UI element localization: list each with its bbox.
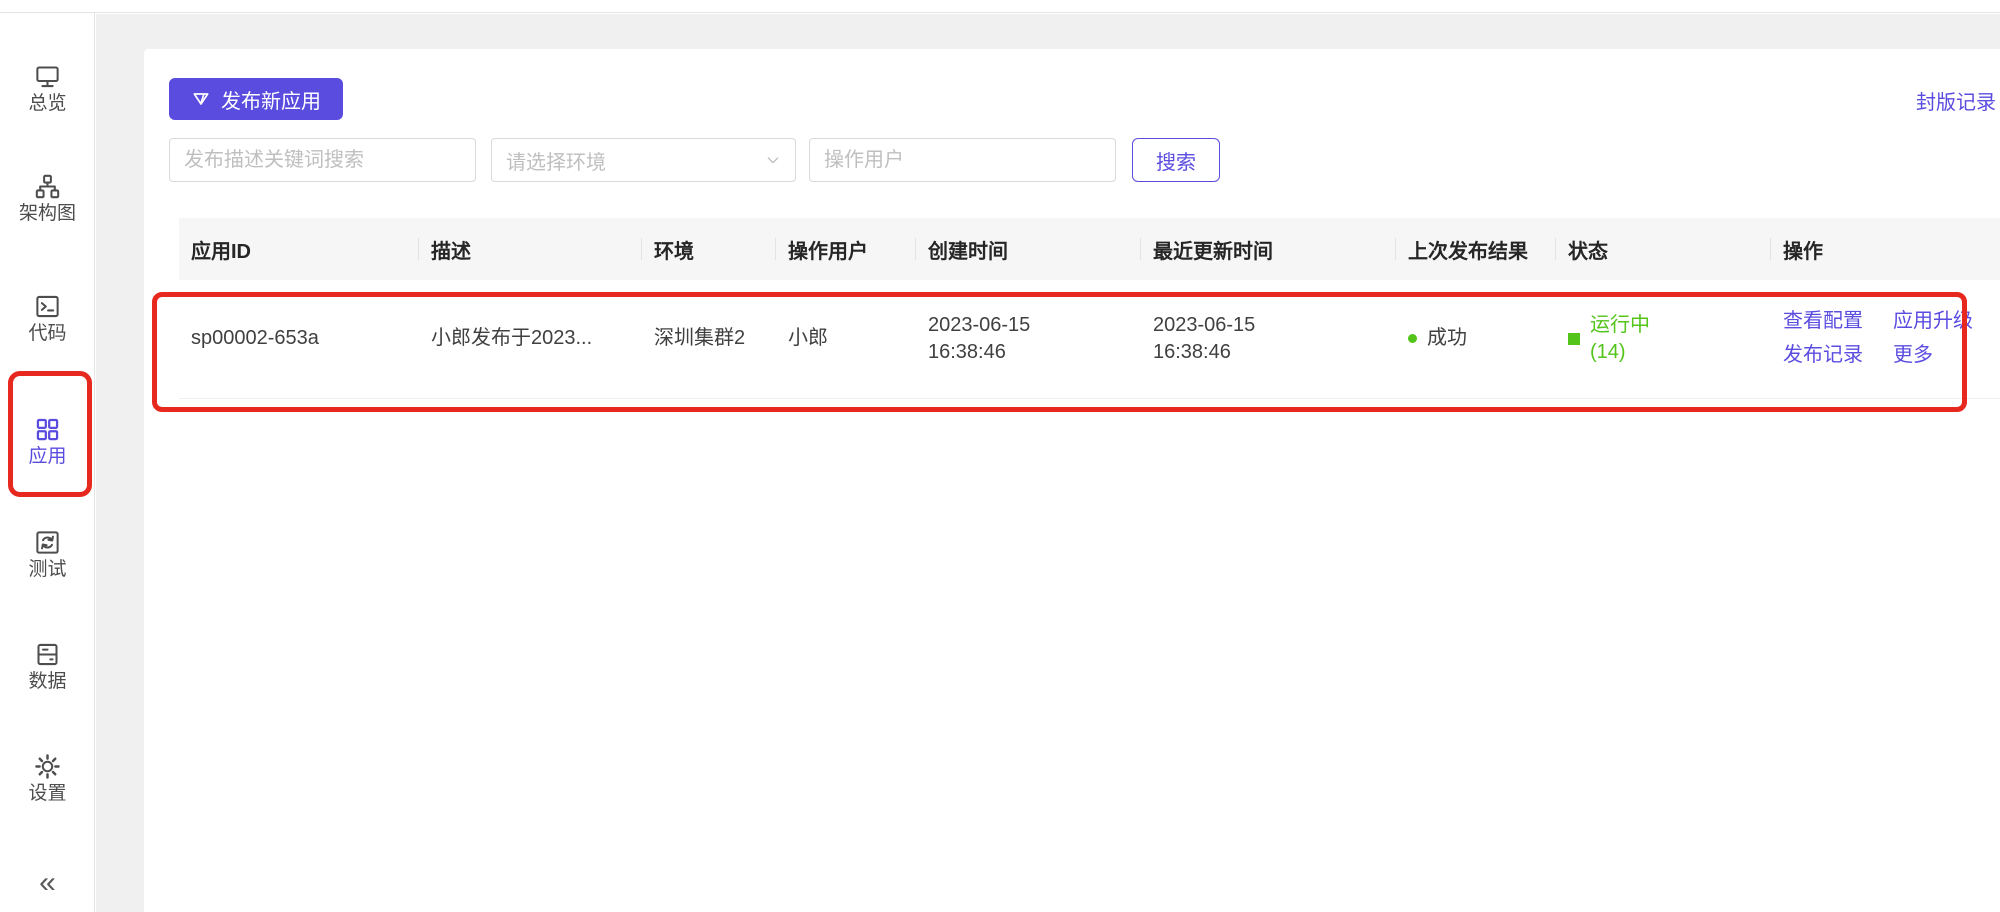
publish-new-app-button[interactable]: 发布新应用 (169, 78, 343, 120)
success-dot-icon (1408, 334, 1417, 343)
sidebar-item-code[interactable]: 代码 (0, 293, 95, 346)
col-header-status: 状态 (1556, 218, 1771, 280)
cell-created-at: 2023-06-15 16:38:46 (916, 280, 1141, 398)
app-grid-icon (34, 416, 61, 443)
operator-user-input[interactable] (809, 138, 1116, 182)
seal-record-link[interactable]: 封版记录 (1916, 86, 1996, 115)
sidebar: 总览 架构图 代码 应用 (0, 13, 95, 912)
table-header-row: 应用ID 描述 环境 操作用户 创建时间 最近更新时间 上次发布结果 状态 操作 (179, 218, 2000, 280)
sidebar-item-label: 应用 (28, 446, 66, 469)
col-header-app-id: 应用ID (179, 218, 419, 280)
cell-last-publish-result: 成功 (1396, 280, 1556, 398)
sidebar-item-label: 架构图 (19, 203, 76, 226)
monitor-icon (34, 63, 61, 90)
sidebar-item-label: 代码 (28, 323, 66, 346)
cell-actions: 查看配置 应用升级 发布记录 更多 (1771, 280, 2000, 398)
top-strip (0, 0, 2000, 13)
cell-status: 运行中 (14) (1556, 280, 1771, 398)
sidebar-item-label: 总览 (28, 93, 66, 116)
content-card: 发布新应用 封版记录 请选择环境 搜索 (144, 49, 2000, 912)
search-button[interactable]: 搜索 (1132, 138, 1220, 182)
chevron-down-icon (765, 152, 781, 168)
cell-app-id: sp00002-653a (179, 280, 419, 398)
sidebar-item-apps[interactable]: 应用 (0, 416, 95, 469)
col-header-env: 环境 (642, 218, 776, 280)
more-link[interactable]: 更多 (1893, 342, 1973, 369)
table-row: sp00002-653a 小郎发布于2023... 深圳集群2 小郎 2023-… (179, 280, 2000, 398)
col-header-updated: 最近更新时间 (1141, 218, 1396, 280)
sidebar-item-architecture[interactable]: 架构图 (0, 173, 95, 226)
send-icon (191, 89, 211, 109)
running-square-icon (1568, 333, 1580, 345)
publish-new-app-label: 发布新应用 (221, 85, 321, 114)
env-select[interactable]: 请选择环境 (491, 138, 796, 182)
sidebar-collapse-button[interactable]: « (0, 868, 95, 898)
app-upgrade-link[interactable]: 应用升级 (1893, 308, 1973, 335)
cell-description: 小郎发布于2023... (419, 280, 642, 398)
filter-bar: 请选择环境 搜索 (169, 138, 2000, 182)
cell-updated-at: 2023-06-15 16:38:46 (1141, 280, 1396, 398)
sidebar-item-label: 数据 (28, 671, 66, 694)
col-header-description: 描述 (419, 218, 642, 280)
cell-operator: 小郎 (776, 280, 916, 398)
sidebar-item-settings[interactable]: 设置 (0, 753, 95, 806)
col-header-operator: 操作用户 (776, 218, 916, 280)
apps-table: 应用ID 描述 环境 操作用户 创建时间 最近更新时间 上次发布结果 状态 操作 (154, 218, 2000, 399)
col-header-created: 创建时间 (916, 218, 1141, 280)
env-select-placeholder: 请选择环境 (506, 146, 606, 175)
col-header-actions: 操作 (1771, 218, 2000, 280)
view-config-link[interactable]: 查看配置 (1783, 308, 1863, 335)
publish-record-link[interactable]: 发布记录 (1783, 342, 1863, 369)
sitemap-icon (34, 173, 61, 200)
sidebar-item-overview[interactable]: 总览 (0, 63, 95, 116)
sidebar-item-data[interactable]: 数据 (0, 641, 95, 694)
terminal-icon (34, 293, 61, 320)
cell-env: 深圳集群2 (642, 280, 776, 398)
keyword-search-input[interactable] (169, 138, 476, 182)
server-icon (34, 641, 61, 668)
col-header-last-result: 上次发布结果 (1396, 218, 1556, 280)
gear-icon (34, 753, 61, 780)
toolbar: 发布新应用 封版记录 (169, 78, 2000, 120)
sidebar-item-label: 设置 (28, 783, 66, 806)
repeat-icon (34, 529, 61, 556)
sidebar-item-test[interactable]: 测试 (0, 529, 95, 582)
main-area: 发布新应用 封版记录 请选择环境 搜索 (96, 14, 2000, 912)
status-count: (14) (1590, 339, 1650, 366)
status-label: 运行中 (1590, 312, 1650, 339)
sidebar-item-label: 测试 (28, 559, 66, 582)
